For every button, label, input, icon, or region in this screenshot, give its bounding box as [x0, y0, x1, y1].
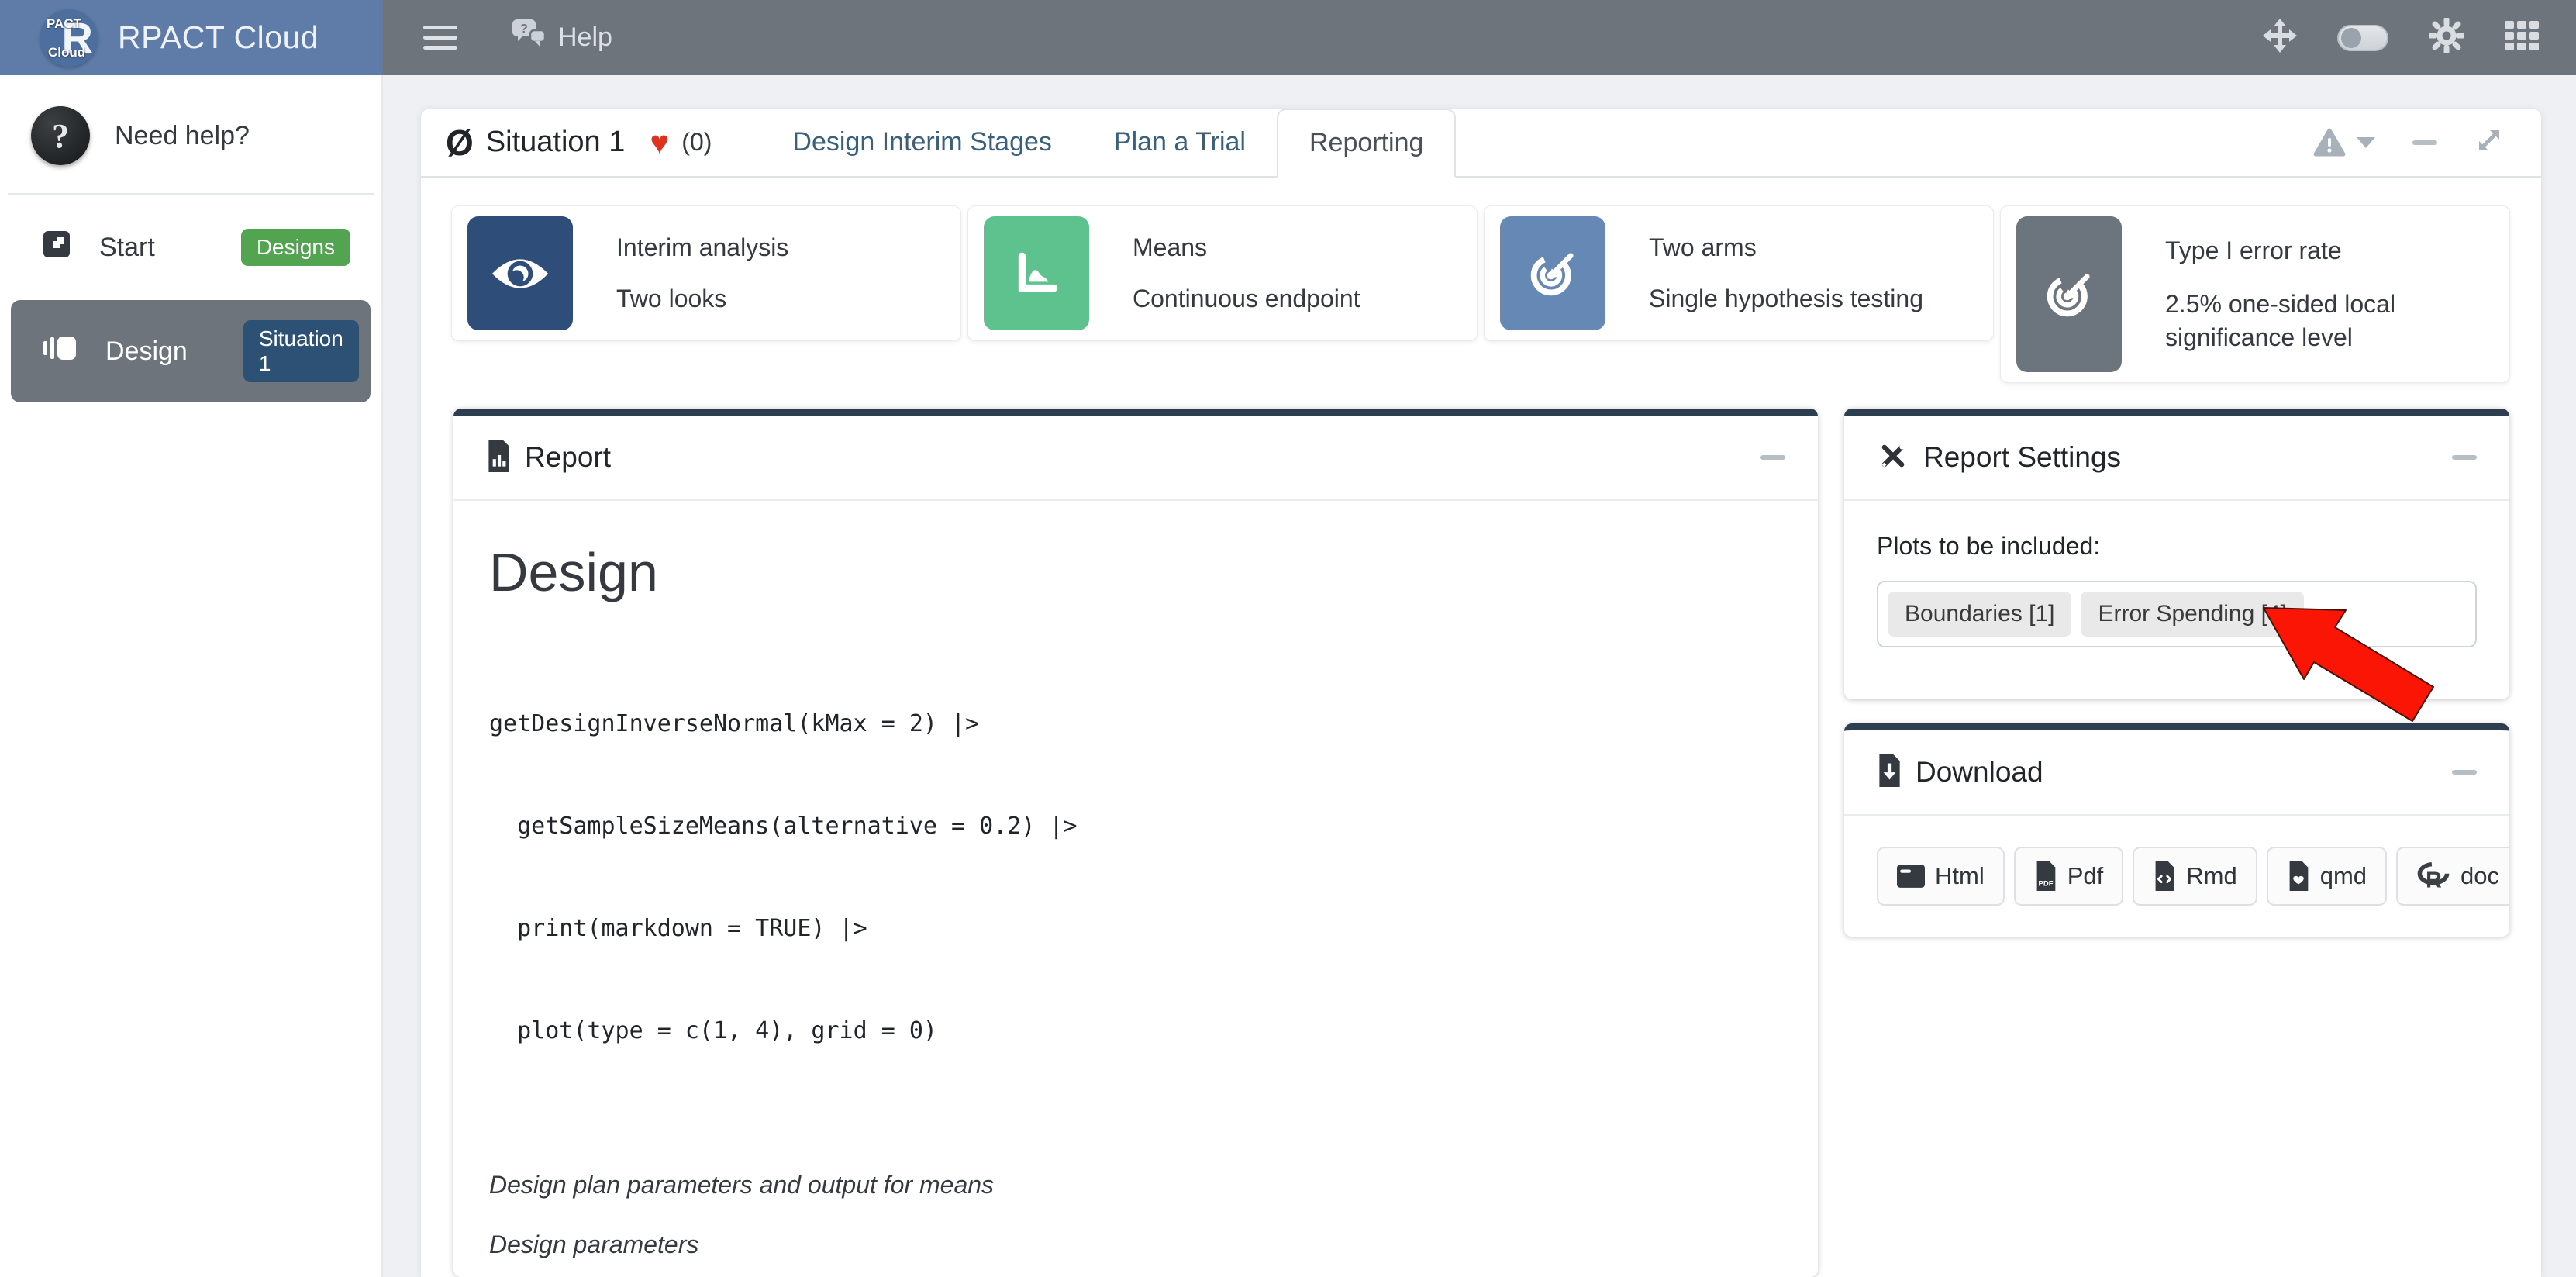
- sun-icon[interactable]: [2429, 18, 2464, 57]
- download-panel: Download Html PDF Pdf: [1844, 723, 2509, 937]
- target-arrow-icon: [2016, 216, 2122, 372]
- target-arrow-icon: [1500, 216, 1605, 330]
- warnings-dropdown[interactable]: [2313, 128, 2375, 157]
- tab-actions: [2313, 126, 2541, 159]
- sidebar-item-label: Start: [99, 233, 155, 263]
- tools-icon: [1877, 440, 1909, 476]
- grid-table-icon[interactable]: [2505, 21, 2539, 54]
- logo-text-top: PACT: [47, 16, 81, 32]
- arrows-move-icon[interactable]: [2263, 19, 2297, 57]
- collapse-report-button[interactable]: [1760, 455, 1785, 460]
- file-heart-icon: [2287, 861, 2310, 891]
- summary-cards-row: Interim analysis Two looks Means Continu…: [421, 178, 2541, 383]
- situation-badge: Situation 1: [243, 320, 359, 382]
- card-subtitle: Continuous endpoint: [1133, 282, 1360, 316]
- sidebar-divider: [8, 193, 374, 195]
- card-subtitle: Two looks: [616, 282, 788, 316]
- download-qmd-button[interactable]: qmd: [2267, 847, 2387, 906]
- question-mark-icon: ?: [31, 106, 90, 165]
- tab-list: Design Interim Stages Plan a Trial Repor…: [761, 109, 1456, 176]
- card-title: Two arms: [1649, 231, 1923, 264]
- logo-text-bottom: Cloud: [48, 45, 85, 60]
- r-logo-icon: R: [2416, 861, 2450, 891]
- download-rmd-button[interactable]: Rmd: [2133, 847, 2257, 906]
- svg-text:?: ?: [520, 22, 528, 36]
- file-download-icon: [1877, 754, 1902, 791]
- top-bar: R PACT Cloud RPACT Cloud ? Help: [0, 0, 2576, 75]
- collapse-download-button[interactable]: [2452, 770, 2477, 775]
- card-subtitle: Single hypothesis testing: [1649, 282, 1923, 316]
- download-doc-button[interactable]: R doc: [2396, 847, 2509, 906]
- collapse-settings-button[interactable]: [2452, 455, 2477, 460]
- tab-design-interim-stages[interactable]: Design Interim Stages: [761, 127, 1083, 157]
- empty-set-icon: Ø: [446, 125, 474, 160]
- summary-card-interim: Interim analysis Two looks: [451, 205, 961, 341]
- report-panel-header: Report: [453, 416, 1818, 501]
- summary-card-type1-error: Type I error rate 2.5% one-sided local s…: [2000, 205, 2510, 383]
- designs-badge: Designs: [241, 229, 350, 266]
- card-title: Interim analysis: [616, 231, 788, 264]
- situation-title: Situation 1: [486, 126, 626, 159]
- report-file-icon: [486, 440, 511, 476]
- report-heading: Design: [489, 541, 1782, 603]
- tab-plan-a-trial[interactable]: Plan a Trial: [1083, 127, 1277, 157]
- tabs-row: Ø Situation 1 ♥ (0) Design Interim Stage…: [421, 109, 2541, 178]
- sidebar-item-label: Design: [105, 337, 188, 367]
- help-chat-icon: ?: [512, 18, 547, 57]
- top-navbar: ? Help: [383, 0, 2576, 75]
- r-code-block: getDesignInverseNormal(kMax = 2) |> getS…: [489, 639, 1782, 1117]
- minimize-button[interactable]: [2412, 140, 2437, 145]
- download-pdf-button[interactable]: PDF Pdf: [2014, 847, 2124, 906]
- panel-title: Report: [525, 441, 611, 474]
- card-subtitle: 2.5% one-sided local significance level: [2165, 288, 2467, 354]
- annotation-arrow: [2247, 599, 2456, 730]
- report-settings-header: Report Settings: [1844, 416, 2509, 501]
- help-label: Help: [558, 22, 612, 53]
- summary-card-means: Means Continuous endpoint: [967, 205, 1478, 341]
- need-help-label: Need help?: [115, 121, 250, 151]
- situation-header: Ø Situation 1 ♥ (0): [446, 125, 712, 160]
- file-code-icon: [2153, 861, 2176, 891]
- heart-icon[interactable]: ♥: [650, 126, 669, 159]
- summary-card-two-arms: Two arms Single hypothesis testing: [1484, 205, 1994, 341]
- hamburger-menu-icon[interactable]: [423, 26, 457, 50]
- eye-icon: [467, 216, 573, 330]
- report-intro: Design plan parameters and output for me…: [489, 1171, 1782, 1199]
- report-body: Design getDesignInverseNormal(kMax = 2) …: [453, 501, 1818, 1277]
- design-parameters-heading: Design parameters: [489, 1230, 1782, 1259]
- start-icon: [42, 230, 71, 266]
- file-pdf-icon: PDF: [2034, 861, 2057, 891]
- chart-icon: [984, 216, 1089, 330]
- theme-toggle-switch[interactable]: [2337, 25, 2388, 51]
- sidebar: ? Need help? Start Designs Design Situat…: [0, 75, 383, 1277]
- main-content-card: Ø Situation 1 ♥ (0) Design Interim Stage…: [421, 109, 2541, 1277]
- panel-title: Report Settings: [1923, 441, 2121, 474]
- design-icon: [42, 332, 78, 371]
- plots-included-label: Plots to be included:: [1877, 532, 2477, 561]
- help-menu[interactable]: ? Help: [512, 18, 612, 57]
- likes-count: (0): [681, 128, 712, 157]
- sidebar-item-start[interactable]: Start Designs: [11, 215, 371, 280]
- brand-header[interactable]: R PACT Cloud RPACT Cloud: [0, 0, 383, 75]
- card-title: Type I error rate: [2165, 234, 2467, 267]
- expand-diagonal-icon[interactable]: [2474, 126, 2504, 159]
- download-buttons-row: Html PDF Pdf Rmd: [1844, 816, 2509, 937]
- sidebar-item-design[interactable]: Design Situation 1: [11, 300, 371, 402]
- app-title: RPACT Cloud: [118, 19, 319, 56]
- svg-text:R: R: [2426, 868, 2442, 891]
- chevron-down-icon: [2357, 137, 2375, 148]
- plot-tag-boundaries[interactable]: Boundaries [1]: [1888, 592, 2071, 637]
- need-help-link[interactable]: ? Need help?: [0, 75, 381, 193]
- card-title: Means: [1133, 231, 1360, 264]
- download-html-button[interactable]: Html: [1877, 847, 2005, 906]
- window-icon: [1897, 865, 1925, 888]
- report-panel: Report Design getDesignInverseNormal(kMa…: [453, 409, 1818, 1277]
- warning-triangle-icon: [2313, 128, 2346, 157]
- tab-reporting[interactable]: Reporting: [1277, 109, 1456, 178]
- rpact-logo: R PACT Cloud: [40, 9, 98, 67]
- svg-text:PDF: PDF: [2038, 879, 2053, 888]
- download-panel-header: Download: [1844, 730, 2509, 816]
- panel-title: Download: [1916, 756, 2043, 789]
